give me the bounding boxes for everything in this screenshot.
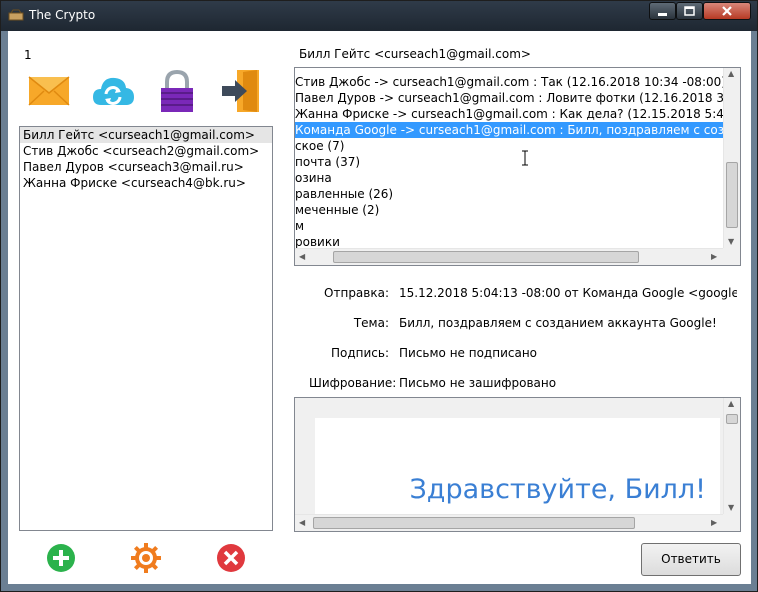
vscroll-thumb[interactable]	[726, 162, 738, 228]
message-counter: 1	[24, 48, 32, 62]
window-title: The Crypto	[29, 8, 96, 22]
scroll-corner	[723, 248, 740, 265]
folder-row[interactable]: почта (37)	[295, 154, 360, 170]
logout-icon[interactable]	[219, 69, 263, 113]
send-label: Отправка:	[324, 286, 389, 300]
vscroll-thumb[interactable]	[726, 414, 738, 424]
account-label: Билл Гейтс <curseach1@gmail.com>	[299, 47, 531, 61]
delete-icon[interactable]	[216, 543, 246, 573]
minimize-button[interactable]	[649, 2, 676, 20]
lock-icon[interactable]	[155, 69, 199, 113]
folder-row[interactable]: меченные (2)	[295, 202, 379, 218]
mail-list-vscrollbar[interactable]: ▲ ▼	[723, 68, 740, 249]
signature-label: Подпись:	[330, 346, 389, 360]
reply-button[interactable]: Ответить	[641, 543, 741, 576]
maximize-icon	[684, 6, 695, 16]
contact-item[interactable]: Билл Гейтс <curseach1@gmail.com>	[20, 127, 272, 143]
encryption-label: Шифрование:	[309, 376, 397, 390]
scroll-up-icon[interactable]: ▲	[728, 400, 734, 408]
encryption-value: Письмо не зашифровано	[399, 376, 557, 390]
mail-list[interactable]: Стив Джобс -> curseach1@gmail.com : Так …	[294, 67, 741, 266]
mail-row[interactable]: Стив Джобс -> curseach1@gmail.com : Так …	[295, 74, 726, 90]
contact-item[interactable]: Павел Дуров <curseach3@mail.ru>	[20, 159, 272, 175]
close-icon	[722, 6, 732, 16]
folder-row[interactable]: ское (7)	[295, 138, 344, 154]
add-icon[interactable]	[46, 543, 76, 573]
hscroll-thumb[interactable]	[313, 517, 635, 529]
folder-row[interactable]: м	[295, 218, 304, 234]
scroll-right-icon[interactable]: ▶	[711, 519, 717, 527]
message-greeting: Здравствуйте, Билл!	[409, 474, 707, 505]
message-body-view[interactable]: Здравствуйте, Билл! ▲ ▼ ◀ ▶	[294, 397, 741, 532]
client-area: 1 Билл Гейтс <curseach1@gmail.com> Стив …	[8, 31, 751, 584]
maximize-button[interactable]	[676, 2, 703, 20]
scroll-left-icon[interactable]: ◀	[299, 519, 305, 527]
app-window: The Crypto 1 Билл Гейтс <curseach1@gmail…	[0, 0, 758, 592]
folder-row[interactable]: озина	[295, 170, 332, 186]
app-icon	[8, 9, 24, 21]
hscroll-thumb[interactable]	[333, 251, 639, 263]
message-body: Здравствуйте, Билл!	[315, 418, 720, 514]
scroll-up-icon[interactable]: ▲	[728, 70, 734, 78]
close-window-button[interactable]	[703, 2, 751, 20]
settings-icon[interactable]	[131, 543, 161, 573]
signature-value: Письмо не подписано	[399, 346, 538, 360]
body-vscrollbar[interactable]: ▲ ▼	[723, 398, 740, 514]
send-value: 15.12.2018 5:04:13 -08:00 от Команда Goo…	[399, 286, 737, 300]
minimize-icon	[658, 13, 667, 16]
scroll-down-icon[interactable]: ▼	[728, 238, 734, 246]
contacts-list[interactable]: Билл Гейтс <curseach1@gmail.com> Стив Дж…	[19, 126, 273, 531]
mail-row-selected[interactable]: Команда Google -> curseach1@gmail.com : …	[295, 122, 740, 138]
scroll-down-icon[interactable]: ▼	[728, 504, 734, 512]
contact-item[interactable]: Жанна Фриске <curseach4@bk.ru>	[20, 175, 272, 191]
mail-list-hscrollbar[interactable]: ◀ ▶	[295, 248, 740, 265]
subject-label: Тема:	[353, 316, 389, 330]
folder-row[interactable]: равленные (26)	[295, 186, 393, 202]
scroll-left-icon[interactable]: ◀	[299, 253, 305, 261]
scroll-right-icon[interactable]: ▶	[711, 253, 717, 261]
title-bar[interactable]: The Crypto	[1, 1, 757, 31]
subject-value: Билл, поздравляем с созданием аккаунта G…	[399, 316, 717, 330]
mail-icon[interactable]	[27, 69, 71, 113]
mail-row[interactable]: Жанна Фриске -> curseach1@gmail.com : Ка…	[295, 106, 740, 122]
text-cursor-icon	[522, 150, 528, 166]
mail-row[interactable]: Павел Дуров -> curseach1@gmail.com : Лов…	[295, 90, 740, 106]
contact-item[interactable]: Стив Джобс <curseach2@gmail.com>	[20, 143, 272, 159]
scroll-corner	[723, 514, 740, 531]
cloud-sync-icon[interactable]	[91, 69, 135, 113]
body-hscrollbar[interactable]: ◀ ▶	[295, 514, 740, 531]
